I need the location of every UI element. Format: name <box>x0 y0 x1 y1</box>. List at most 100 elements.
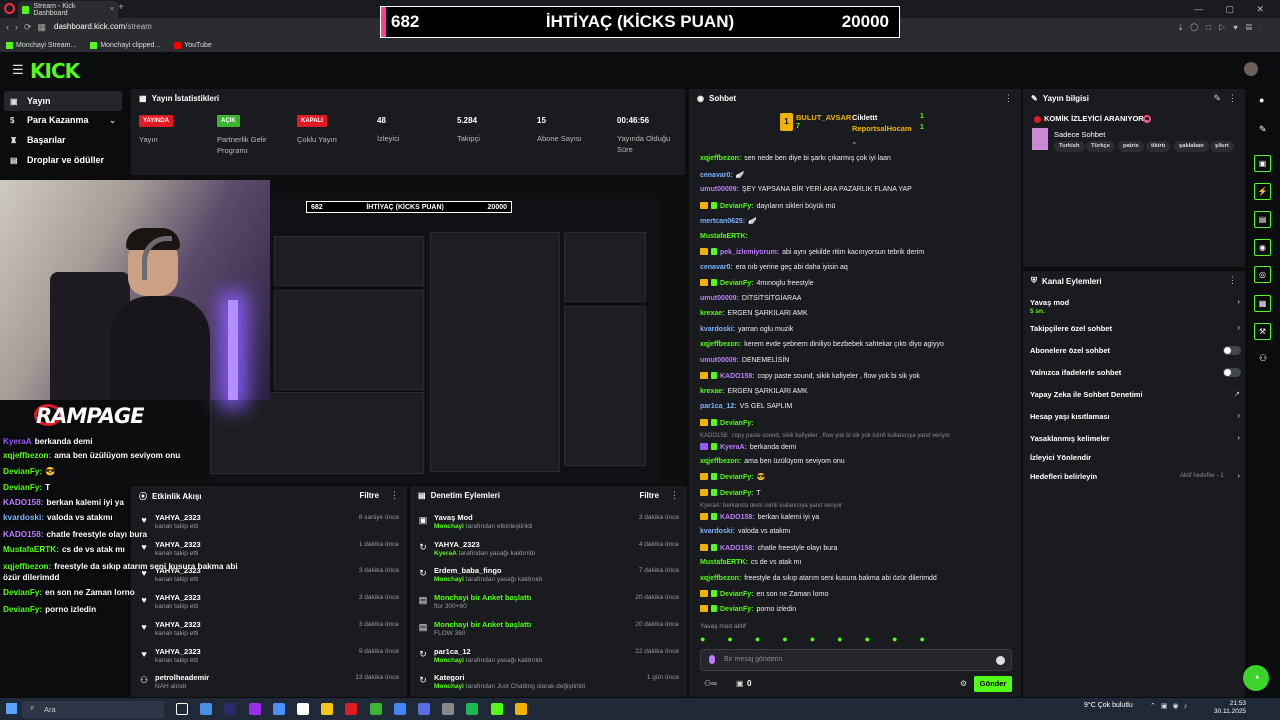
feed-filter-button[interactable]: Filtre <box>359 491 379 500</box>
taskbar-app-icon[interactable] <box>272 703 285 715</box>
taskbar-app-icon[interactable] <box>297 703 309 715</box>
chat-message[interactable]: KADO158: berkan kalemi iyi ya <box>700 513 819 521</box>
more-icon[interactable]: ⋮ <box>390 490 399 501</box>
chat-message[interactable]: umut00009: DENEMELİSİN <box>700 357 789 364</box>
bookmark-item[interactable]: YouTube <box>174 41 212 49</box>
channel-action-4[interactable]: Yapay Zeka ile Sohbet Denetimi <box>1030 390 1143 399</box>
chat-user[interactable]: cenavar0: <box>700 264 733 271</box>
tag[interactable]: şaklaban <box>1174 141 1209 152</box>
send-button[interactable]: Gönder <box>974 676 1012 692</box>
taskbar-clock[interactable]: 21:53 30.11.2025 <box>1214 700 1246 717</box>
chat-message[interactable]: MustafaERTK: <box>700 233 751 240</box>
chat-user[interactable]: KADO158: <box>720 545 755 552</box>
chat-message[interactable]: xqjeffbezon: freestyle da sıkıp atarım se… <box>700 575 937 582</box>
close-tab-icon[interactable]: × <box>110 6 114 13</box>
pinned-user-3[interactable]: ReportsalHocam <box>852 124 912 133</box>
tag[interactable]: tikirtı <box>1146 141 1171 152</box>
rail-button-chat[interactable]: ◉ <box>1254 239 1271 256</box>
mod-row[interactable]: ↻ YAHYA_2323 KyeraA tarafından yasağı kald… <box>418 540 679 566</box>
edit-icon[interactable]: ✎ <box>1259 124 1267 135</box>
chat-user[interactable]: DevianFy: <box>720 203 753 210</box>
chat-bubble-button[interactable]: ◔ <box>1243 665 1269 691</box>
chat-message[interactable]: par1ca_12: VS GEL SAPLIM <box>700 403 792 410</box>
pinned-user-2[interactable]: Ciklettt <box>852 113 877 122</box>
chat-message[interactable]: DevianFy: porno izledin <box>700 605 796 613</box>
taskbar-app-icon[interactable] <box>418 703 430 715</box>
channel-action-5[interactable]: Hesap yaşı kısıtlaması <box>1030 412 1110 421</box>
window-controls[interactable]: — ▢ ✕ <box>1194 4 1274 15</box>
chat-message[interactable]: KyeraA: berkanda demi isimli kullanıcıya… <box>700 503 845 509</box>
chat-message[interactable]: DevianFy: <box>700 419 756 427</box>
chat-user[interactable]: mertcan0625: <box>700 218 745 225</box>
chat-user[interactable]: KADO158: <box>720 373 755 380</box>
feed-row-name[interactable]: YAHYA_2323 <box>155 647 201 656</box>
chat-message[interactable]: umut00009: DİTSİTSİTGİARAA <box>700 295 801 302</box>
avatar[interactable] <box>1244 62 1258 76</box>
chat-message[interactable]: umut00009: ŞEY YAPSANA BİR YERİ ARA PAZAR… <box>700 186 912 193</box>
mod-row-name[interactable]: Kategori <box>434 673 464 682</box>
mod-row-name[interactable]: Yavaş Mod <box>434 513 473 522</box>
mod-row[interactable]: ↻ Kategori Monchayi tarafından Just Chatti… <box>418 673 679 699</box>
browser-nav-icons[interactable]: ‹›⟳▦ <box>6 22 52 33</box>
chat-message[interactable]: xqjeffbezon: ama ben üzülüyom seviyom onu <box>700 458 845 465</box>
mod-row[interactable]: ↻ par1ca_12 Monchayi tarafından yasağı kal… <box>418 647 679 673</box>
edit-icon[interactable]: ✎ <box>1213 93 1221 104</box>
channel-action-2[interactable]: Abonelere özel sohbet <box>1030 346 1110 355</box>
nav-item-para-kazanma[interactable]: $ Para Kazanma ⌄ <box>4 110 122 130</box>
bookmark-item[interactable]: Monchayi clipped... <box>90 41 160 49</box>
share-icon[interactable]: ⚇ <box>1259 353 1267 364</box>
windows-start-icon[interactable] <box>6 703 17 714</box>
chat-user[interactable]: DevianFy: <box>720 490 753 497</box>
chat-user[interactable]: KyeraA: <box>720 444 747 451</box>
external-link-icon[interactable]: ↗ <box>1234 390 1240 398</box>
taskbar-app-icon[interactable] <box>369 703 382 715</box>
more-icon[interactable]: ⋮ <box>1228 93 1237 104</box>
mod-row-actor[interactable]: Monchayi <box>434 657 464 664</box>
mod-row-name[interactable]: par1ca_12 <box>434 647 471 656</box>
taskbar-app-icon[interactable] <box>248 703 261 715</box>
taskbar-app-icon[interactable] <box>490 703 503 715</box>
rail-button-broadcast[interactable]: ◎ <box>1254 266 1271 283</box>
tag[interactable]: şikırt <box>1210 141 1234 152</box>
channel-action-3[interactable]: Yalnızca ifadelerle sohbet <box>1030 368 1121 377</box>
chat-message[interactable]: kvardoski: valoda vs atakmı <box>700 528 791 535</box>
chat-message[interactable]: pek_izlemiyorum: abi aynı şekilde ritim k… <box>700 248 924 256</box>
chat-message[interactable]: MustafaERTK: cs de vs atak mı <box>700 559 801 566</box>
taskbar-app-icon[interactable] <box>345 703 358 715</box>
mod-row-name[interactable]: Monchayi bir Anket başlattı <box>434 620 531 629</box>
taskbar-search[interactable]: Ara <box>22 701 164 718</box>
chat-user[interactable]: xqjeffbezon: <box>700 458 741 465</box>
chat-user[interactable]: xqjeffbezon: <box>700 155 741 162</box>
weather-widget[interactable]: 9°C Çok bulutlu <box>1084 702 1133 709</box>
emote-bar[interactable]: ●●●●●●●●● <box>700 634 947 644</box>
emoji-icon[interactable] <box>996 656 1005 665</box>
nav-item-yayin[interactable]: ▣ Yayın <box>4 91 122 111</box>
chevron-right-icon[interactable]: › <box>1237 323 1240 332</box>
taskbar-app-icon[interactable] <box>200 703 213 715</box>
url-field[interactable]: dashboard.kick.com/stream <box>54 22 152 31</box>
chat-message[interactable]: DevianFy: T <box>700 489 761 497</box>
rail-button-flash[interactable]: ⚡ <box>1254 183 1271 200</box>
chat-user[interactable]: KyeraA: berkanda demi isimli kullanıcıya… <box>700 503 842 509</box>
channel-action-7[interactable]: İzleyici Yönlendir <box>1030 453 1091 462</box>
chat-user[interactable]: umut00009: <box>700 357 739 364</box>
chat-user[interactable]: pek_izlemiyorum: <box>720 249 779 256</box>
chevron-down-icon[interactable]: ⌄ <box>851 137 858 146</box>
feed-row[interactable]: ⚇ petrolheademir NAH alındı 13 dakika önce <box>139 673 399 699</box>
chat-user[interactable]: DevianFy: <box>720 591 753 598</box>
browser-toolbar-icons[interactable]: ⤓◯□▷♥▤⋮ <box>1179 23 1270 33</box>
chat-message[interactable]: DevianFy: en son ne Zaman lorno <box>700 590 828 598</box>
tag[interactable]: Türkçe <box>1086 141 1116 152</box>
menu-icon[interactable]: ☰ <box>12 62 24 78</box>
kick-logo[interactable]: KICK <box>30 59 80 83</box>
channel-action-8[interactable]: Hedefleri belirleyin <box>1030 472 1097 481</box>
chat-user[interactable]: DevianFy: <box>720 606 753 613</box>
chat-message[interactable]: KADO158: copy paste sound, sikik kafiyele… <box>700 433 950 439</box>
channel-action-1[interactable]: Takipçilere özel sohbet <box>1030 324 1112 333</box>
bookmark-item[interactable]: Monchayi Stream... <box>6 41 76 49</box>
taskbar-app-icon[interactable] <box>393 703 406 715</box>
mod-row-actor[interactable]: Monchayi <box>434 576 464 583</box>
chat-message[interactable]: xqjeffbezon: kerem evde şebnem diniliyo b… <box>700 341 944 348</box>
toggle-switch[interactable] <box>1223 368 1241 377</box>
mod-row[interactable]: ▤ Monchayi bir Anket başlattı flor 300+60 2… <box>418 593 679 619</box>
